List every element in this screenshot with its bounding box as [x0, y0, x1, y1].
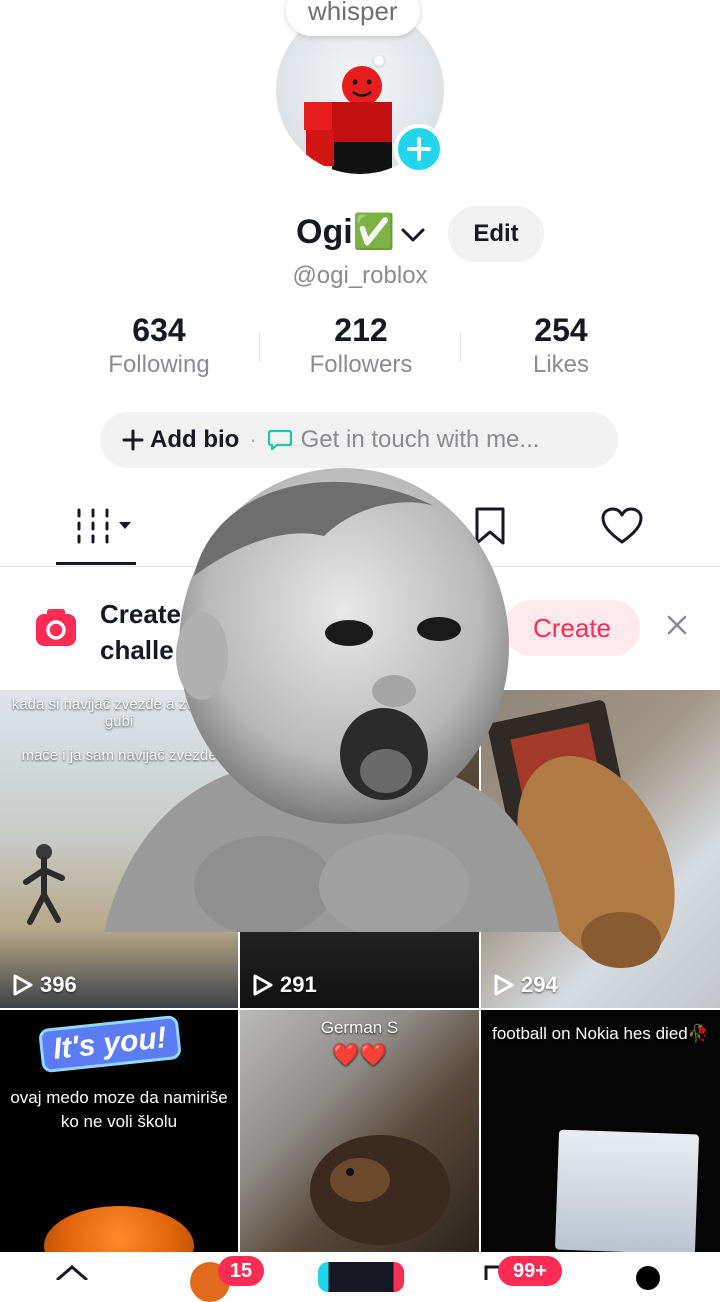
- edit-profile-button[interactable]: Edit: [448, 206, 544, 262]
- puppy-image: [310, 1135, 450, 1245]
- message-bubble-icon: [267, 429, 292, 451]
- bio-separator: ·: [249, 427, 257, 452]
- stat-label: Likes: [532, 351, 590, 378]
- inbox-badge: 99+: [498, 1256, 562, 1286]
- chevron-down-icon[interactable]: [400, 226, 426, 244]
- view-count-value: 294: [521, 972, 558, 997]
- home-icon[interactable]: [54, 1264, 90, 1280]
- play-icon: [253, 974, 273, 996]
- play-icon: [13, 974, 33, 996]
- friends-badge: 15: [218, 1256, 264, 1286]
- profile-nav-icon[interactable]: [636, 1266, 660, 1290]
- its-you-sticker: It's you!: [38, 1014, 182, 1074]
- video-caption: ovaj medo moze da namiriše ko ne voli šk…: [10, 1088, 228, 1131]
- stat-value: 254: [534, 312, 588, 348]
- heart-icon[interactable]: [600, 506, 644, 546]
- username: @ogi_roblox: [292, 262, 428, 289]
- stat-following[interactable]: 634 Following: [69, 312, 249, 379]
- hearts-emoji: ❤️❤️: [332, 1042, 387, 1067]
- nokia-screen: [554, 1129, 700, 1252]
- stat-followers[interactable]: 212 Followers: [271, 312, 451, 379]
- plus-icon: [407, 137, 431, 161]
- add-bio-label[interactable]: Add bio: [150, 426, 239, 454]
- stat-label: Followers: [309, 351, 413, 378]
- stat-divider: [259, 332, 260, 362]
- plus-icon: [122, 429, 144, 451]
- player-figure: [23, 844, 65, 925]
- view-count: 291: [252, 972, 317, 998]
- video-caption: German S: [320, 1018, 399, 1037]
- stat-value: 212: [334, 312, 388, 348]
- stat-divider: [460, 332, 461, 362]
- view-count: 396: [12, 972, 77, 998]
- view-count: 294: [493, 972, 558, 998]
- contact-label[interactable]: Get in touch with me...: [301, 426, 540, 454]
- close-icon[interactable]: [664, 612, 690, 638]
- camera-icon: [36, 609, 76, 646]
- video-tile[interactable]: football on Nokia hes died🥀: [481, 1010, 720, 1252]
- stat-likes[interactable]: 254 Likes: [471, 312, 651, 379]
- view-count-value: 291: [280, 972, 317, 997]
- create-post-button[interactable]: [318, 1262, 404, 1292]
- whisper-note[interactable]: whisper: [286, 0, 420, 36]
- add-story-button[interactable]: [394, 124, 444, 174]
- stat-value: 634: [132, 312, 186, 348]
- baby-sticker-image: [104, 468, 560, 932]
- video-caption: football on Nokia hes died🥀: [492, 1024, 709, 1043]
- video-tile[interactable]: It's you! ovaj medo moze da namiriše ko …: [0, 1010, 238, 1252]
- view-count-value: 396: [40, 972, 77, 997]
- whisper-note-tail: [374, 56, 384, 66]
- stat-label: Following: [108, 351, 210, 378]
- video-tile[interactable]: German S ❤️❤️: [240, 1010, 479, 1252]
- display-name: Ogi✅: [296, 213, 395, 251]
- bio-pill[interactable]: Add bio · Get in touch with me...: [100, 412, 618, 468]
- orange-shape: [44, 1206, 194, 1252]
- play-icon: [494, 974, 514, 996]
